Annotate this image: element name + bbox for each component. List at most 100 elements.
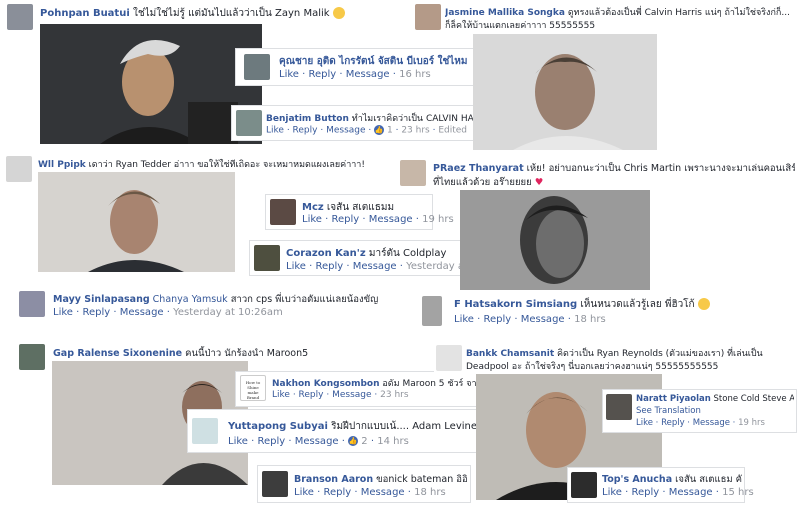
avatar[interactable] bbox=[6, 156, 32, 182]
like-button[interactable]: Like bbox=[279, 69, 299, 80]
timestamp[interactable]: 19 hrs bbox=[738, 418, 765, 428]
comment-author[interactable]: Bankk Chamsanit bbox=[466, 349, 554, 359]
comment-text: อดัม Maroon 5 ชัวร์ จาคาจาสีทีค่ะ bbox=[382, 379, 478, 389]
avatar[interactable] bbox=[7, 4, 33, 30]
comment-actions: Like · Reply · Message · 👍 1 · 23 hrs · … bbox=[266, 125, 468, 136]
timestamp[interactable]: 23 hrs bbox=[380, 390, 408, 400]
message-button[interactable]: Message bbox=[295, 436, 339, 447]
avatar[interactable] bbox=[19, 291, 45, 317]
comment-author[interactable]: Corazon Kan'z bbox=[286, 248, 366, 259]
message-button[interactable]: Message bbox=[332, 390, 371, 400]
message-button[interactable]: Message bbox=[120, 307, 164, 318]
comment-actions: Like · Reply · Message · 18 hrs bbox=[294, 487, 446, 498]
avatar[interactable] bbox=[571, 472, 597, 498]
avatar[interactable] bbox=[19, 344, 45, 370]
reaction-count[interactable]: 1 bbox=[387, 126, 393, 136]
tagged-user[interactable]: Chanya Yamsuk bbox=[153, 294, 228, 305]
like-button[interactable]: Like bbox=[602, 487, 622, 498]
photo-zayn[interactable] bbox=[40, 24, 262, 144]
message-button[interactable]: Message bbox=[361, 487, 405, 498]
comment-author[interactable]: Top's Anucha bbox=[602, 474, 672, 485]
reply-button[interactable]: Reply bbox=[483, 314, 511, 325]
comment-author[interactable]: PRaez Thanyarat bbox=[433, 163, 524, 174]
like-button[interactable]: Like bbox=[228, 436, 248, 447]
avatar[interactable]: How to Shine make Brand bbox=[240, 375, 266, 401]
edited-label: Edited bbox=[438, 125, 468, 136]
comment-author[interactable]: F Hatsakorn Simsiang bbox=[454, 299, 577, 310]
comment-author[interactable]: Gap Ralense Sixonenine bbox=[53, 348, 182, 359]
reply-button[interactable]: Reply bbox=[631, 487, 659, 498]
avatar[interactable] bbox=[254, 245, 280, 271]
avatar[interactable] bbox=[415, 4, 441, 30]
like-button[interactable]: Like bbox=[272, 390, 290, 400]
comment-author[interactable]: Branson Aaron bbox=[294, 474, 373, 485]
photo-calvin[interactable] bbox=[473, 34, 657, 150]
reply-button[interactable]: Reply bbox=[661, 418, 685, 428]
timestamp[interactable]: 14 hrs bbox=[377, 436, 409, 447]
photo-ryan-tedder[interactable] bbox=[38, 172, 235, 272]
reply-button[interactable]: Reply bbox=[315, 261, 343, 272]
comment-text-line2: Deadpool อะ ถ้าใช่จริงๆ นี่บอกเลยว่าคงฮา… bbox=[466, 362, 719, 372]
message-button[interactable]: Message bbox=[669, 487, 713, 498]
reply-button[interactable]: Reply bbox=[308, 69, 336, 80]
like-button[interactable]: Like bbox=[636, 418, 653, 428]
reply-button[interactable]: Reply bbox=[323, 487, 351, 498]
message-button[interactable]: Message bbox=[521, 314, 565, 325]
comment-author[interactable]: Pohnpan Buatui bbox=[40, 8, 130, 19]
avatar[interactable] bbox=[436, 345, 462, 371]
like-button[interactable]: Like bbox=[294, 487, 314, 498]
message-button[interactable]: Message bbox=[326, 126, 365, 136]
message-button[interactable]: Message bbox=[353, 261, 397, 272]
comment-author[interactable]: Mayy Sinlapasang bbox=[53, 294, 150, 305]
avatar-text-1: How to Shine bbox=[245, 380, 261, 390]
avatar[interactable] bbox=[400, 160, 426, 186]
comment-text-line2: ก็ล็คให้บ้านแตกเลยค่าาาา 55555555 bbox=[445, 21, 596, 31]
comment-author[interactable]: Wll Ppipk bbox=[38, 160, 86, 170]
comment-text: ดูทรงแล้วต้องเป็นพี่ Calvin Harris แน่ๆ … bbox=[567, 8, 790, 18]
message-button[interactable]: Message bbox=[369, 214, 413, 225]
comment-author[interactable]: คุณชาย อุติด ไกรรัตน์ จัสติน บีเบอร์ ใช่… bbox=[279, 56, 467, 67]
like-button[interactable]: Like bbox=[266, 126, 284, 136]
like-button[interactable]: Like bbox=[454, 314, 474, 325]
message-button[interactable]: Message bbox=[346, 69, 390, 80]
comment-author[interactable]: Benjatim Button bbox=[266, 114, 349, 124]
comment-author[interactable]: Jasmine Mallika Songka bbox=[445, 8, 565, 18]
like-count-icon[interactable]: 👍 bbox=[374, 125, 385, 135]
reply-button[interactable]: Reply bbox=[331, 214, 359, 225]
like-button[interactable]: Like bbox=[286, 261, 306, 272]
reply-button[interactable]: Reply bbox=[293, 126, 318, 136]
comment-author[interactable]: Mcz bbox=[302, 202, 324, 213]
comment-author[interactable]: Yuttapong Subyai bbox=[228, 421, 328, 432]
comment-jasmine: Jasmine Mallika Songka ดูทรงแล้วต้องเป็น… bbox=[413, 0, 798, 34]
avatar[interactable] bbox=[606, 394, 632, 420]
avatar[interactable] bbox=[244, 54, 270, 80]
reply-button[interactable]: Reply bbox=[299, 390, 324, 400]
avatar[interactable] bbox=[192, 418, 218, 444]
reply-button[interactable]: Reply bbox=[82, 307, 110, 318]
avatar[interactable] bbox=[270, 199, 296, 225]
comment-branson: Branson Aaron ขอnick bateman อิอิ Like ·… bbox=[258, 466, 470, 502]
comment-text: ใช่ไม่ใช่ไม่รู้ แต่มันไปแล้วว่าเป็น Zayn… bbox=[132, 8, 330, 19]
timestamp[interactable]: 15 hrs bbox=[722, 487, 754, 498]
comment-actions: Like · Reply · Message · 19 hrs bbox=[302, 214, 454, 225]
timestamp[interactable]: Yesterday at 10:26am bbox=[173, 307, 283, 318]
photo-chris-martin[interactable] bbox=[460, 190, 650, 290]
like-count-icon[interactable]: 👍 bbox=[348, 436, 359, 446]
like-button[interactable]: Like bbox=[53, 307, 73, 318]
timestamp[interactable]: 23 hrs bbox=[401, 126, 429, 136]
message-button[interactable]: Message bbox=[693, 418, 730, 428]
like-button[interactable]: Like bbox=[302, 214, 322, 225]
timestamp[interactable]: 18 hrs bbox=[574, 314, 606, 325]
see-translation-link[interactable]: See Translation bbox=[636, 406, 701, 416]
comment-author[interactable]: Naratt Piyaolan bbox=[636, 394, 711, 404]
avatar[interactable] bbox=[236, 110, 262, 136]
avatar[interactable] bbox=[422, 296, 442, 326]
comment-author[interactable]: Nakhon Kongsombon bbox=[272, 379, 380, 389]
timestamp[interactable]: 19 hrs bbox=[422, 214, 454, 225]
reply-button[interactable]: Reply bbox=[257, 436, 285, 447]
avatar[interactable] bbox=[262, 471, 288, 497]
timestamp[interactable]: 16 hrs bbox=[399, 69, 431, 80]
timestamp[interactable]: 18 hrs bbox=[414, 487, 446, 498]
reaction-count[interactable]: 2 bbox=[361, 436, 367, 447]
comment-text: คิดว่าเป็น Ryan Reynolds (ตัวแม่ของเรา) … bbox=[557, 349, 763, 359]
